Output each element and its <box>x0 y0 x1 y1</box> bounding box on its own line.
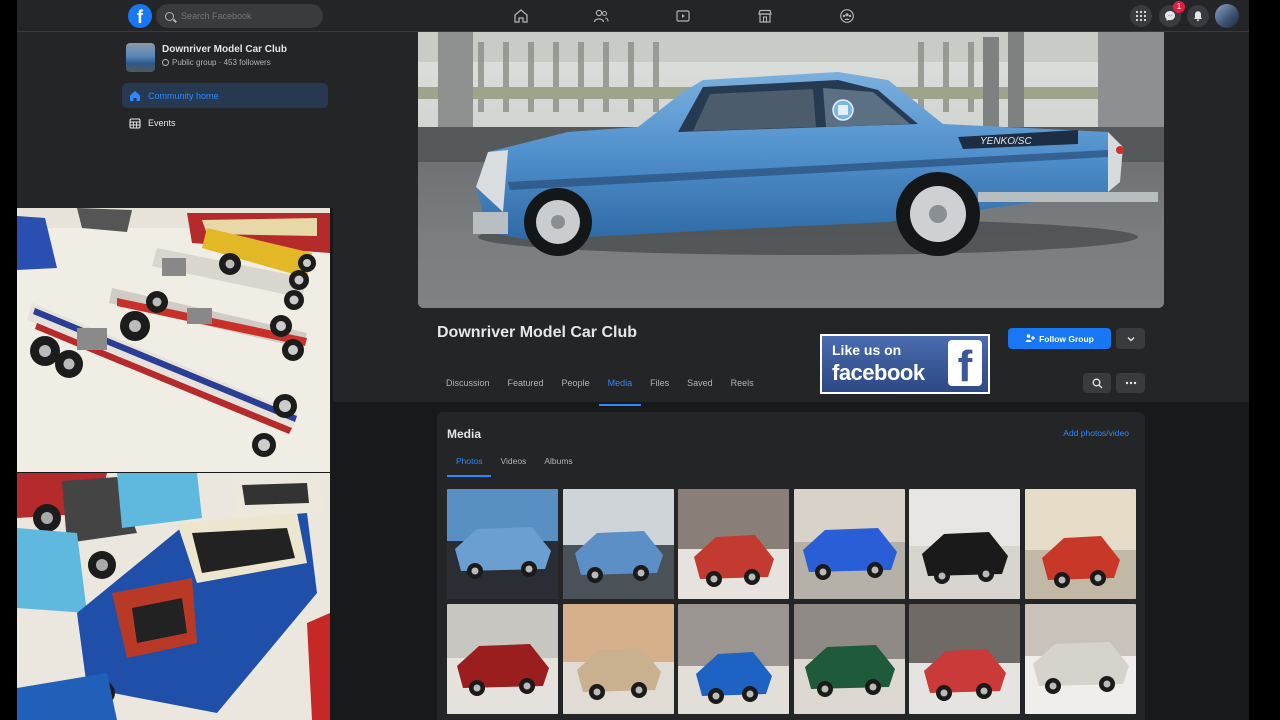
home-icon[interactable] <box>511 6 531 26</box>
sidebar-item-community-home[interactable]: Community home <box>122 83 328 108</box>
main-content: YENKO/SC Downriver Model Car Club Follow… <box>333 32 1249 720</box>
photo-thumbnail[interactable] <box>909 489 1020 599</box>
tab-files[interactable]: Files <box>641 369 678 402</box>
calendar-icon <box>128 116 141 129</box>
like-badge-wordmark: facebook <box>832 360 925 385</box>
group-header: YENKO/SC Downriver Model Car Club Follow… <box>333 32 1249 406</box>
browser-viewport: f 1 Down <box>17 0 1249 720</box>
messenger-button[interactable]: 1 <box>1159 1 1185 27</box>
notification-badge: 1 <box>1173 1 1185 13</box>
chevron-down-icon <box>1127 336 1134 341</box>
photo-thumbnail[interactable] <box>793 489 905 599</box>
messenger-icon <box>1165 11 1175 21</box>
media-tabs: Photos Videos Albums <box>447 450 582 477</box>
group-privacy-followers: Public group · 453 followers <box>172 58 271 67</box>
photo-thumbnail[interactable] <box>1024 604 1136 714</box>
tab-people[interactable]: People <box>553 369 599 402</box>
photo-grid <box>447 489 1137 714</box>
photo-thumbnail[interactable] <box>447 604 558 714</box>
group-title: Downriver Model Car Club <box>437 324 638 341</box>
cover-photo[interactable]: YENKO/SC <box>418 32 1164 308</box>
tab-saved[interactable]: Saved <box>678 369 722 402</box>
tab-reels[interactable]: Reels <box>722 369 763 402</box>
follow-icon <box>1025 333 1036 345</box>
group-tabs: Discussion Featured People Media Files S… <box>437 369 763 406</box>
tab-photos[interactable]: Photos <box>447 450 492 477</box>
sidebar: Downriver Model Car Club Public group · … <box>17 32 333 208</box>
group-thumbnail[interactable] <box>126 43 155 72</box>
like-badge-line1: Like us on <box>832 342 902 358</box>
menu-grid-icon[interactable] <box>1130 5 1152 27</box>
svg-text:YENKO/SC: YENKO/SC <box>980 136 1032 147</box>
like-badge-panel: Like us on facebook f <box>822 336 988 392</box>
photo-thumbnail[interactable] <box>447 489 558 599</box>
sidebar-item-label: Events <box>148 117 176 128</box>
media-section: Media Add photos/video Photos Videos Alb… <box>437 412 1145 720</box>
follow-group-button[interactable]: Follow Group <box>1008 328 1111 349</box>
marketplace-icon[interactable] <box>755 6 775 26</box>
facebook-logo-icon[interactable]: f <box>128 4 152 28</box>
watch-icon[interactable] <box>673 6 693 26</box>
follow-group-label: Follow Group <box>1039 333 1094 344</box>
photo-thumbnail[interactable] <box>562 489 674 599</box>
notifications-button[interactable] <box>1187 5 1209 27</box>
photo-thumbnail[interactable] <box>678 489 789 599</box>
sidebar-item-events[interactable]: Events <box>122 110 328 135</box>
search-icon <box>165 11 174 21</box>
sidebar-group-name[interactable]: Downriver Model Car Club <box>162 44 287 55</box>
globe-icon <box>162 59 169 66</box>
more-dots-icon <box>1125 381 1136 385</box>
home-icon <box>128 89 141 102</box>
group-search-button[interactable] <box>1083 373 1111 393</box>
avatar[interactable] <box>1215 4 1239 28</box>
tab-featured[interactable]: Featured <box>499 369 553 402</box>
friends-icon[interactable] <box>591 6 611 26</box>
header-more-button[interactable] <box>1116 328 1145 349</box>
search-input[interactable] <box>181 11 311 21</box>
photo-thumbnail[interactable] <box>678 604 789 714</box>
top-navigation-bar: f 1 <box>17 0 1249 32</box>
model-cars-table-photo <box>17 473 330 720</box>
facebook-f-logo-icon: f <box>948 340 982 386</box>
search-icon <box>1092 378 1102 388</box>
tab-videos[interactable]: Videos <box>491 450 535 472</box>
bell-icon <box>1194 11 1202 22</box>
photo-thumbnail[interactable] <box>909 604 1020 714</box>
tab-media[interactable]: Media <box>598 369 642 406</box>
photo-thumbnail[interactable] <box>562 604 674 714</box>
groups-icon[interactable] <box>837 6 857 26</box>
search-box[interactable] <box>156 4 323 28</box>
media-title: Media <box>447 427 482 441</box>
tabs-more-button[interactable] <box>1116 373 1145 393</box>
sidebar-group-meta: Public group · 453 followers <box>162 58 271 67</box>
dragster-models-photo <box>17 208 330 472</box>
tab-albums[interactable]: Albums <box>535 450 581 472</box>
photo-thumbnail[interactable] <box>793 604 905 714</box>
add-photos-video-link[interactable]: Add photos/video <box>1063 428 1129 438</box>
like-us-on-facebook-badge: Like us on facebook f <box>820 334 990 394</box>
photo-thumbnail[interactable] <box>1024 489 1136 599</box>
sidebar-item-label: Community home <box>148 90 219 101</box>
tab-discussion[interactable]: Discussion <box>437 369 499 402</box>
